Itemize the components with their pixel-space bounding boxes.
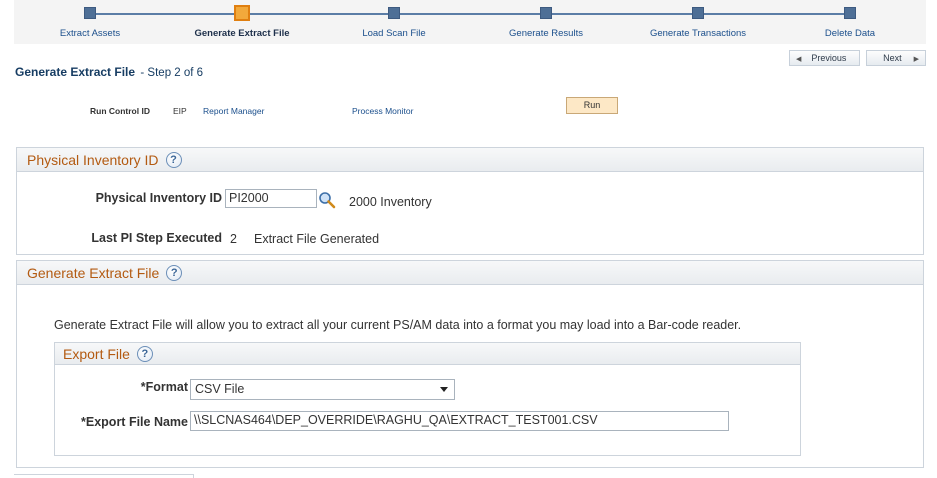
train-step-label: Delete Data [824,28,876,39]
previous-button[interactable]: ◀ Previous [789,50,860,66]
last-step-label: Last PI Step Executed [91,231,222,245]
train-step-label: Load Scan File [362,28,426,39]
export-file-name-label: *Export File Name [81,415,188,429]
format-selected-value: CSV File [195,382,245,396]
step-marker-icon [844,7,856,19]
help-icon[interactable]: ? [166,265,183,281]
run-control-value: EIP [173,106,187,116]
step-marker-active-icon [234,5,250,21]
page-title-text: Generate Extract File [15,65,136,79]
group-title: Physical Inventory ID [27,152,159,168]
train-step-delete-data[interactable]: Delete Data [774,0,926,44]
lookup-icon[interactable] [318,191,336,209]
group-header: Generate Extract File? [17,261,923,285]
train-step-generate-extract-file[interactable]: Generate Extract File [166,0,318,44]
format-select[interactable]: CSV File [190,379,455,400]
arrow-left-icon: ◀ [796,56,802,63]
train-step-generate-transactions[interactable]: Generate Transactions [622,0,774,44]
train-step-label: Generate Results [509,28,583,39]
train-step-generate-results[interactable]: Generate Results [470,0,622,44]
train-step-load-scan-file[interactable]: Load Scan File [318,0,470,44]
dropdown-arrow-icon [440,387,448,392]
previous-label: Previous [811,53,847,63]
physical-inventory-id-label: Physical Inventory ID [95,191,222,205]
format-label: *Format [140,380,188,394]
train-step-label: Generate Extract File [194,28,290,39]
arrow-right-icon: ▶ [913,56,919,63]
train-step-label: Generate Transactions [649,28,747,39]
next-label: Next [883,53,902,63]
process-monitor-link[interactable]: Process Monitor [352,106,413,116]
group-header: Export File? [55,343,800,365]
last-step-description: Extract File Generated [254,232,380,246]
group-title: Export File [63,346,130,362]
page-step: - Step 2 of 6 [140,67,204,79]
group-header: Physical Inventory ID? [17,148,923,172]
physical-inventory-id-input[interactable]: PI2000 [225,189,317,208]
run-control-label: Run Control ID [90,106,150,116]
step-marker-icon [692,7,704,19]
run-button[interactable]: Run [566,97,618,114]
step-marker-icon [388,7,400,19]
generate-extract-description: Generate Extract File will allow you to … [54,318,742,332]
next-button[interactable]: Next ▶ [866,50,926,66]
help-icon[interactable]: ? [136,346,153,362]
help-icon[interactable]: ? [165,152,182,168]
export-file-name-input[interactable]: \\SLCNAS464\DEP_OVERRIDE\RAGHU_QA\EXTRAC… [190,411,729,431]
step-marker-icon [540,7,552,19]
last-step-number: 2 [230,232,237,246]
cut-off-element [14,474,194,478]
step-marker-icon [84,7,96,19]
page-title: Generate Extract File - Step 2 of 6 [15,65,203,79]
train-step-label: Extract Assets [59,28,121,39]
group-title: Generate Extract File [27,265,160,281]
progress-train: Extract Assets Generate Extract File Loa… [14,0,926,44]
physical-inventory-description: 2000 Inventory [349,195,432,209]
train-step-extract-assets[interactable]: Extract Assets [14,0,166,44]
report-manager-link[interactable]: Report Manager [203,106,264,116]
